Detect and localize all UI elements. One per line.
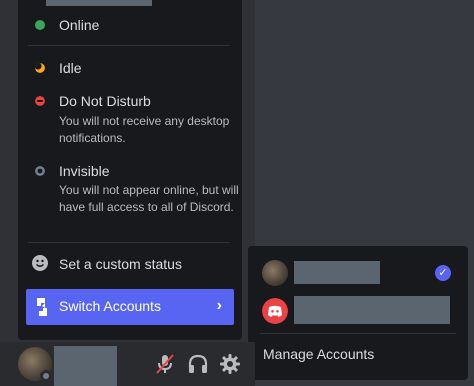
manage-accounts-link[interactable]: Manage Accounts	[263, 346, 374, 362]
account-row-current[interactable]: ✓	[248, 256, 468, 290]
smile-icon	[32, 255, 48, 271]
discord-icon	[262, 298, 288, 324]
status-idle-label: Idle	[59, 60, 82, 76]
custom-status-label: Set a custom status	[59, 256, 182, 272]
divider	[28, 45, 230, 46]
accounts-popout: ✓ Manage Accounts	[248, 246, 468, 380]
redacted-account-name	[294, 296, 450, 324]
online-dot-icon	[35, 20, 45, 30]
user-status-indicator	[40, 370, 52, 382]
account-row-second[interactable]	[248, 294, 468, 328]
status-dnd-desc: You will not receive any desktop notific…	[59, 114, 230, 145]
redacted-username	[54, 346, 117, 386]
dnd-icon	[35, 96, 45, 106]
status-online-item[interactable]: Online	[32, 14, 234, 36]
account-avatar	[262, 260, 288, 286]
status-menu: Online Idle Do Not Disturb You will not …	[18, 0, 242, 340]
divider	[260, 333, 456, 334]
status-idle-item[interactable]: Idle	[32, 57, 234, 79]
headphones-icon[interactable]	[186, 352, 210, 376]
custom-status-item[interactable]: Set a custom status	[32, 252, 234, 276]
status-online-label: Online	[59, 17, 100, 33]
status-dnd-label: Do Not Disturb	[59, 93, 151, 109]
switch-icon	[37, 298, 47, 316]
invisible-icon	[35, 166, 45, 176]
status-invisible-desc: You will not appear online, but will hav…	[59, 183, 239, 214]
user-panel	[0, 342, 255, 386]
switch-accounts-label: Switch Accounts	[59, 298, 161, 314]
status-invisible-item[interactable]: Invisible You will not appear online, bu…	[32, 160, 239, 236]
status-dnd-item[interactable]: Do Not Disturb You will not receive any …	[32, 90, 234, 150]
mute-mic-icon[interactable]	[153, 352, 177, 376]
redacted-username-top	[46, 0, 152, 6]
divider	[28, 242, 230, 243]
check-icon: ✓	[435, 265, 451, 281]
redacted-account-name	[294, 261, 380, 284]
idle-moon-icon	[35, 63, 45, 73]
status-invisible-label: Invisible	[59, 163, 110, 179]
gear-icon[interactable]	[218, 352, 242, 376]
chevron-right-icon: ›	[216, 297, 222, 314]
switch-accounts-button[interactable]: Switch Accounts ›	[26, 289, 234, 325]
